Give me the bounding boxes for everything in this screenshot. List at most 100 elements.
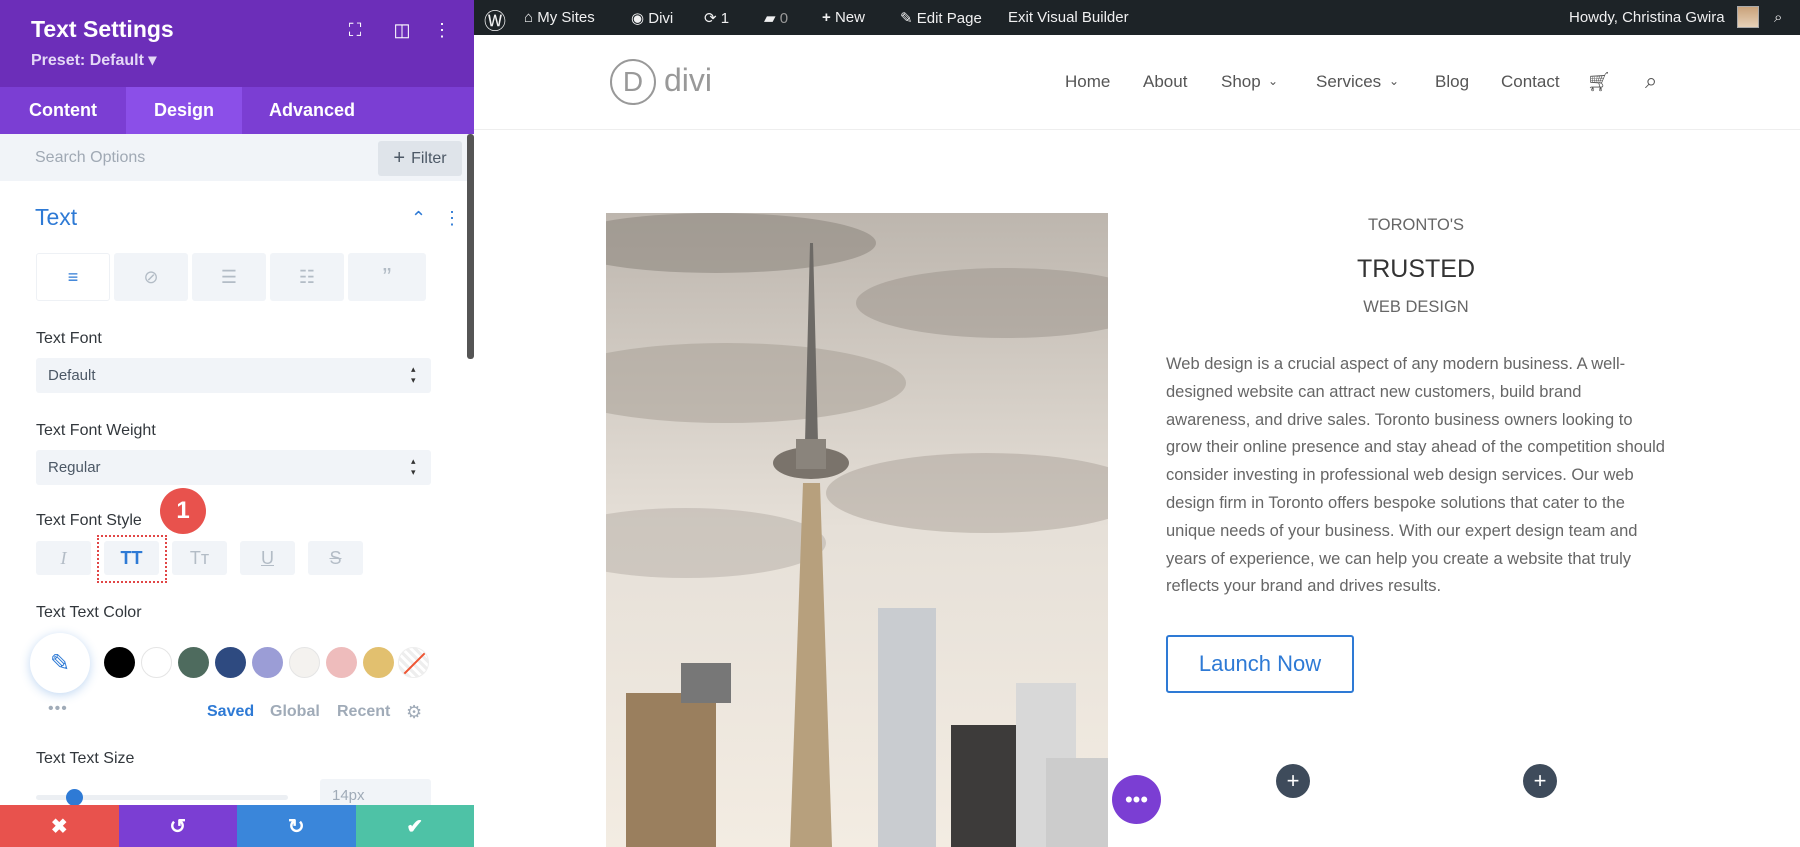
cancel-button[interactable]: ✖	[0, 805, 119, 847]
my-sites-link[interactable]: ⌂ My Sites	[524, 9, 595, 26]
add-module-button[interactable]: +	[1523, 764, 1557, 798]
comments-link[interactable]: ▰ 0	[764, 9, 788, 27]
toronto-skyline-image	[606, 213, 1108, 847]
action-bar: ✖ ↺ ↻ ✔	[0, 805, 474, 847]
unordered-list-icon[interactable]: ☰	[192, 253, 266, 301]
filter-button[interactable]: + Filter	[378, 141, 462, 176]
pencil-icon: ✎	[900, 10, 917, 27]
section-more-icon[interactable]: ⋮	[443, 208, 461, 229]
chevron-up-icon[interactable]: ⌃	[411, 208, 426, 229]
exit-visual-builder-link[interactable]: Exit Visual Builder	[1008, 9, 1129, 26]
nav-services[interactable]: Services	[1316, 72, 1381, 92]
strikethrough-button[interactable]: S	[308, 541, 363, 575]
color-swatch[interactable]	[178, 647, 209, 678]
add-module-button[interactable]: +	[1276, 764, 1310, 798]
capitalize-button[interactable]: Tт	[172, 541, 227, 575]
align-icon[interactable]: ≡	[36, 253, 110, 301]
more-dots-icon: •••	[1124, 786, 1149, 812]
search-icon[interactable]: ⌕	[1774, 9, 1782, 26]
settings-panel: Text Settings Preset: Default ▾ ⛶ ◫ ⋮ Co…	[0, 0, 474, 847]
text-font-label: Text Font	[36, 330, 102, 347]
size-slider-handle[interactable]	[65, 789, 83, 806]
redo-button[interactable]: ↻	[237, 805, 356, 847]
plus-icon: +	[1533, 768, 1547, 793]
subheading: WEB DESIGN	[1363, 298, 1469, 316]
color-swatch[interactable]	[215, 647, 246, 678]
my-sites-label: My Sites	[537, 9, 595, 26]
undo-icon: ↺	[169, 815, 187, 838]
text-size-label: Text Text Size	[36, 750, 135, 767]
layout-icon[interactable]: ◫	[390, 20, 414, 41]
color-swatch[interactable]	[104, 647, 135, 678]
color-swatch[interactable]	[289, 647, 320, 678]
howdy-user[interactable]: Howdy, Christina Gwira	[1569, 9, 1725, 26]
quote-icon[interactable]: ”	[348, 253, 426, 301]
ordered-list-icon[interactable]: ☷	[270, 253, 344, 301]
font-weight-label: Text Font Weight	[36, 422, 156, 439]
launch-now-button[interactable]: Launch Now	[1166, 635, 1354, 693]
text-color-label: Text Text Color	[36, 604, 142, 621]
wordpress-icon[interactable]: Ⓦ	[484, 4, 506, 36]
more-icon[interactable]: ⋮	[430, 20, 454, 41]
scrollbar[interactable]	[467, 134, 474, 359]
nav-contact[interactable]: Contact	[1501, 72, 1560, 92]
check-icon: ✔	[406, 815, 424, 838]
search-icon[interactable]: ⌕	[1645, 68, 1657, 94]
tab-design[interactable]: Design	[126, 87, 242, 134]
updates-link[interactable]: ⟳ 1	[704, 9, 729, 27]
eyedropper-icon[interactable]: ✎	[30, 633, 90, 693]
color-tab-recent[interactable]: Recent	[337, 703, 390, 721]
color-swatch[interactable]	[141, 647, 172, 678]
swatch-transparent[interactable]	[398, 647, 429, 678]
color-tab-global[interactable]: Global	[270, 703, 320, 721]
nav-shop[interactable]: Shop	[1221, 72, 1261, 92]
new-label: New	[834, 9, 865, 26]
color-swatch[interactable]	[363, 647, 394, 678]
cart-icon[interactable]: 🛒︎	[1587, 70, 1611, 94]
sites-icon: ⌂	[524, 9, 538, 26]
color-swatch[interactable]	[326, 647, 357, 678]
site-label: Divi	[648, 10, 674, 27]
undo-button[interactable]: ↺	[118, 805, 237, 847]
font-style-label: Text Font Style	[36, 512, 142, 529]
search-input[interactable]: Search Options	[35, 149, 145, 167]
italic-button[interactable]: I	[36, 541, 91, 575]
link-icon[interactable]: ⊘	[114, 253, 188, 301]
section-title[interactable]: Text	[35, 204, 77, 231]
chevron-down-icon: ⌄	[1268, 74, 1279, 88]
color-swatch[interactable]	[252, 647, 283, 678]
new-link[interactable]: + New	[822, 9, 865, 26]
avatar[interactable]	[1737, 6, 1759, 28]
text-font-select[interactable]: Default	[36, 358, 431, 393]
preset-dropdown[interactable]: Preset: Default ▾	[31, 50, 156, 70]
updates-count: 1	[720, 10, 730, 27]
heading: TRUSTED	[1356, 255, 1476, 283]
save-button[interactable]: ✔	[355, 805, 474, 847]
comments-count: 0	[779, 10, 789, 27]
color-tab-saved[interactable]: Saved	[207, 703, 254, 721]
divi-logo-icon[interactable]: D	[610, 59, 656, 105]
tab-advanced[interactable]: Advanced	[242, 87, 382, 134]
plus-icon: +	[822, 9, 835, 26]
close-icon: ✖	[50, 815, 68, 838]
fullscreen-icon[interactable]: ⛶	[343, 20, 367, 41]
edit-page-link[interactable]: ✎ Edit Page	[900, 9, 982, 27]
tab-content[interactable]: Content	[0, 87, 126, 134]
more-dots-icon[interactable]: •••	[48, 700, 68, 718]
logo-text[interactable]: divi	[664, 62, 712, 99]
text-subtabs: ≡ ⊘ ☰ ☷ ”	[36, 253, 426, 301]
underline-button[interactable]: U	[240, 541, 295, 575]
chevron-down-icon: ⌄	[1389, 74, 1400, 88]
comment-icon: ▰	[764, 10, 780, 27]
redo-icon: ↻	[287, 815, 305, 838]
site-link[interactable]: ◉ Divi	[631, 9, 673, 27]
gear-icon[interactable]: ⚙	[406, 702, 422, 723]
font-weight-select[interactable]: Regular	[36, 450, 431, 485]
search-bar: Search Options + Filter	[0, 134, 468, 181]
panel-header: Text Settings Preset: Default ▾ ⛶ ◫ ⋮	[0, 0, 474, 87]
section-options-button[interactable]: •••	[1112, 775, 1161, 824]
nav-blog[interactable]: Blog	[1435, 72, 1469, 92]
nav-home[interactable]: Home	[1065, 72, 1110, 92]
step-badge: 1	[160, 488, 206, 534]
nav-about[interactable]: About	[1143, 72, 1187, 92]
